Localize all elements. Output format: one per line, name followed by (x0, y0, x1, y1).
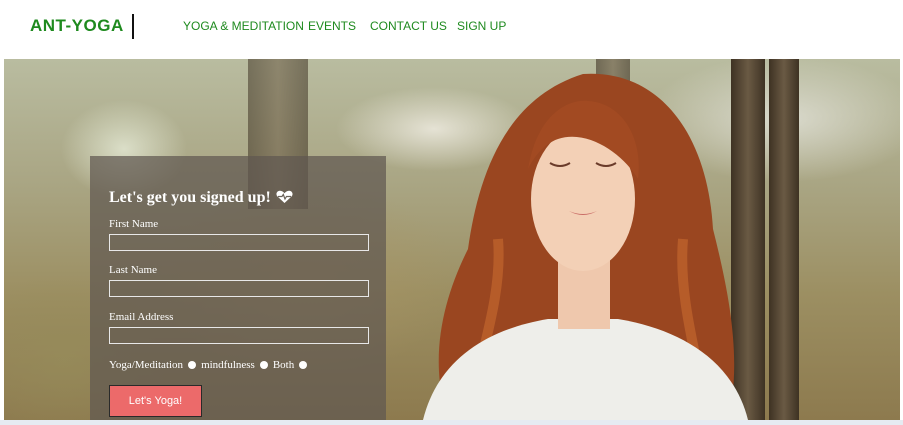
radio-label-mindfulness: mindfulness (201, 359, 255, 371)
brand-divider (132, 14, 134, 39)
top-navbar: ANT-YOGA YOGA & MEDITATION EVENTS CONTAC… (0, 0, 903, 58)
nav-link-sign-up[interactable]: SIGN UP (457, 19, 506, 33)
heartbeat-icon (276, 190, 293, 203)
radio-label-both: Both (272, 359, 295, 371)
nav-link-yoga-meditation[interactable]: YOGA & MEDITATION (183, 19, 304, 33)
background-tree (769, 59, 799, 420)
submit-button[interactable]: Let's Yoga! (109, 385, 202, 417)
last-name-label: Last Name (109, 264, 157, 276)
email-label: Email Address (109, 311, 174, 323)
page-bottom-strip (0, 420, 903, 425)
form-title: Let's get you signed up! (109, 189, 293, 207)
first-name-label: First Name (109, 218, 159, 230)
nav-link-contact-us[interactable]: CONTACT US (370, 19, 447, 33)
practice-radio-group: Yoga/Meditation mindfulness Both (109, 359, 312, 371)
radio-label-yoga-meditation: Yoga/Meditation (109, 359, 184, 371)
radio-yoga-meditation[interactable] (188, 361, 197, 369)
radio-both[interactable] (299, 361, 308, 369)
radio-mindfulness[interactable] (259, 361, 268, 369)
form-title-text: Let's get you signed up! (109, 189, 271, 206)
first-name-input[interactable] (109, 234, 369, 251)
nav-link-events[interactable]: EVENTS (308, 19, 356, 33)
email-input[interactable] (109, 327, 369, 344)
brand-logo[interactable]: ANT-YOGA (30, 16, 124, 36)
signup-form: Let's get you signed up! First Name Last… (90, 156, 386, 425)
woman-portrait (423, 73, 748, 420)
last-name-input[interactable] (109, 280, 369, 297)
